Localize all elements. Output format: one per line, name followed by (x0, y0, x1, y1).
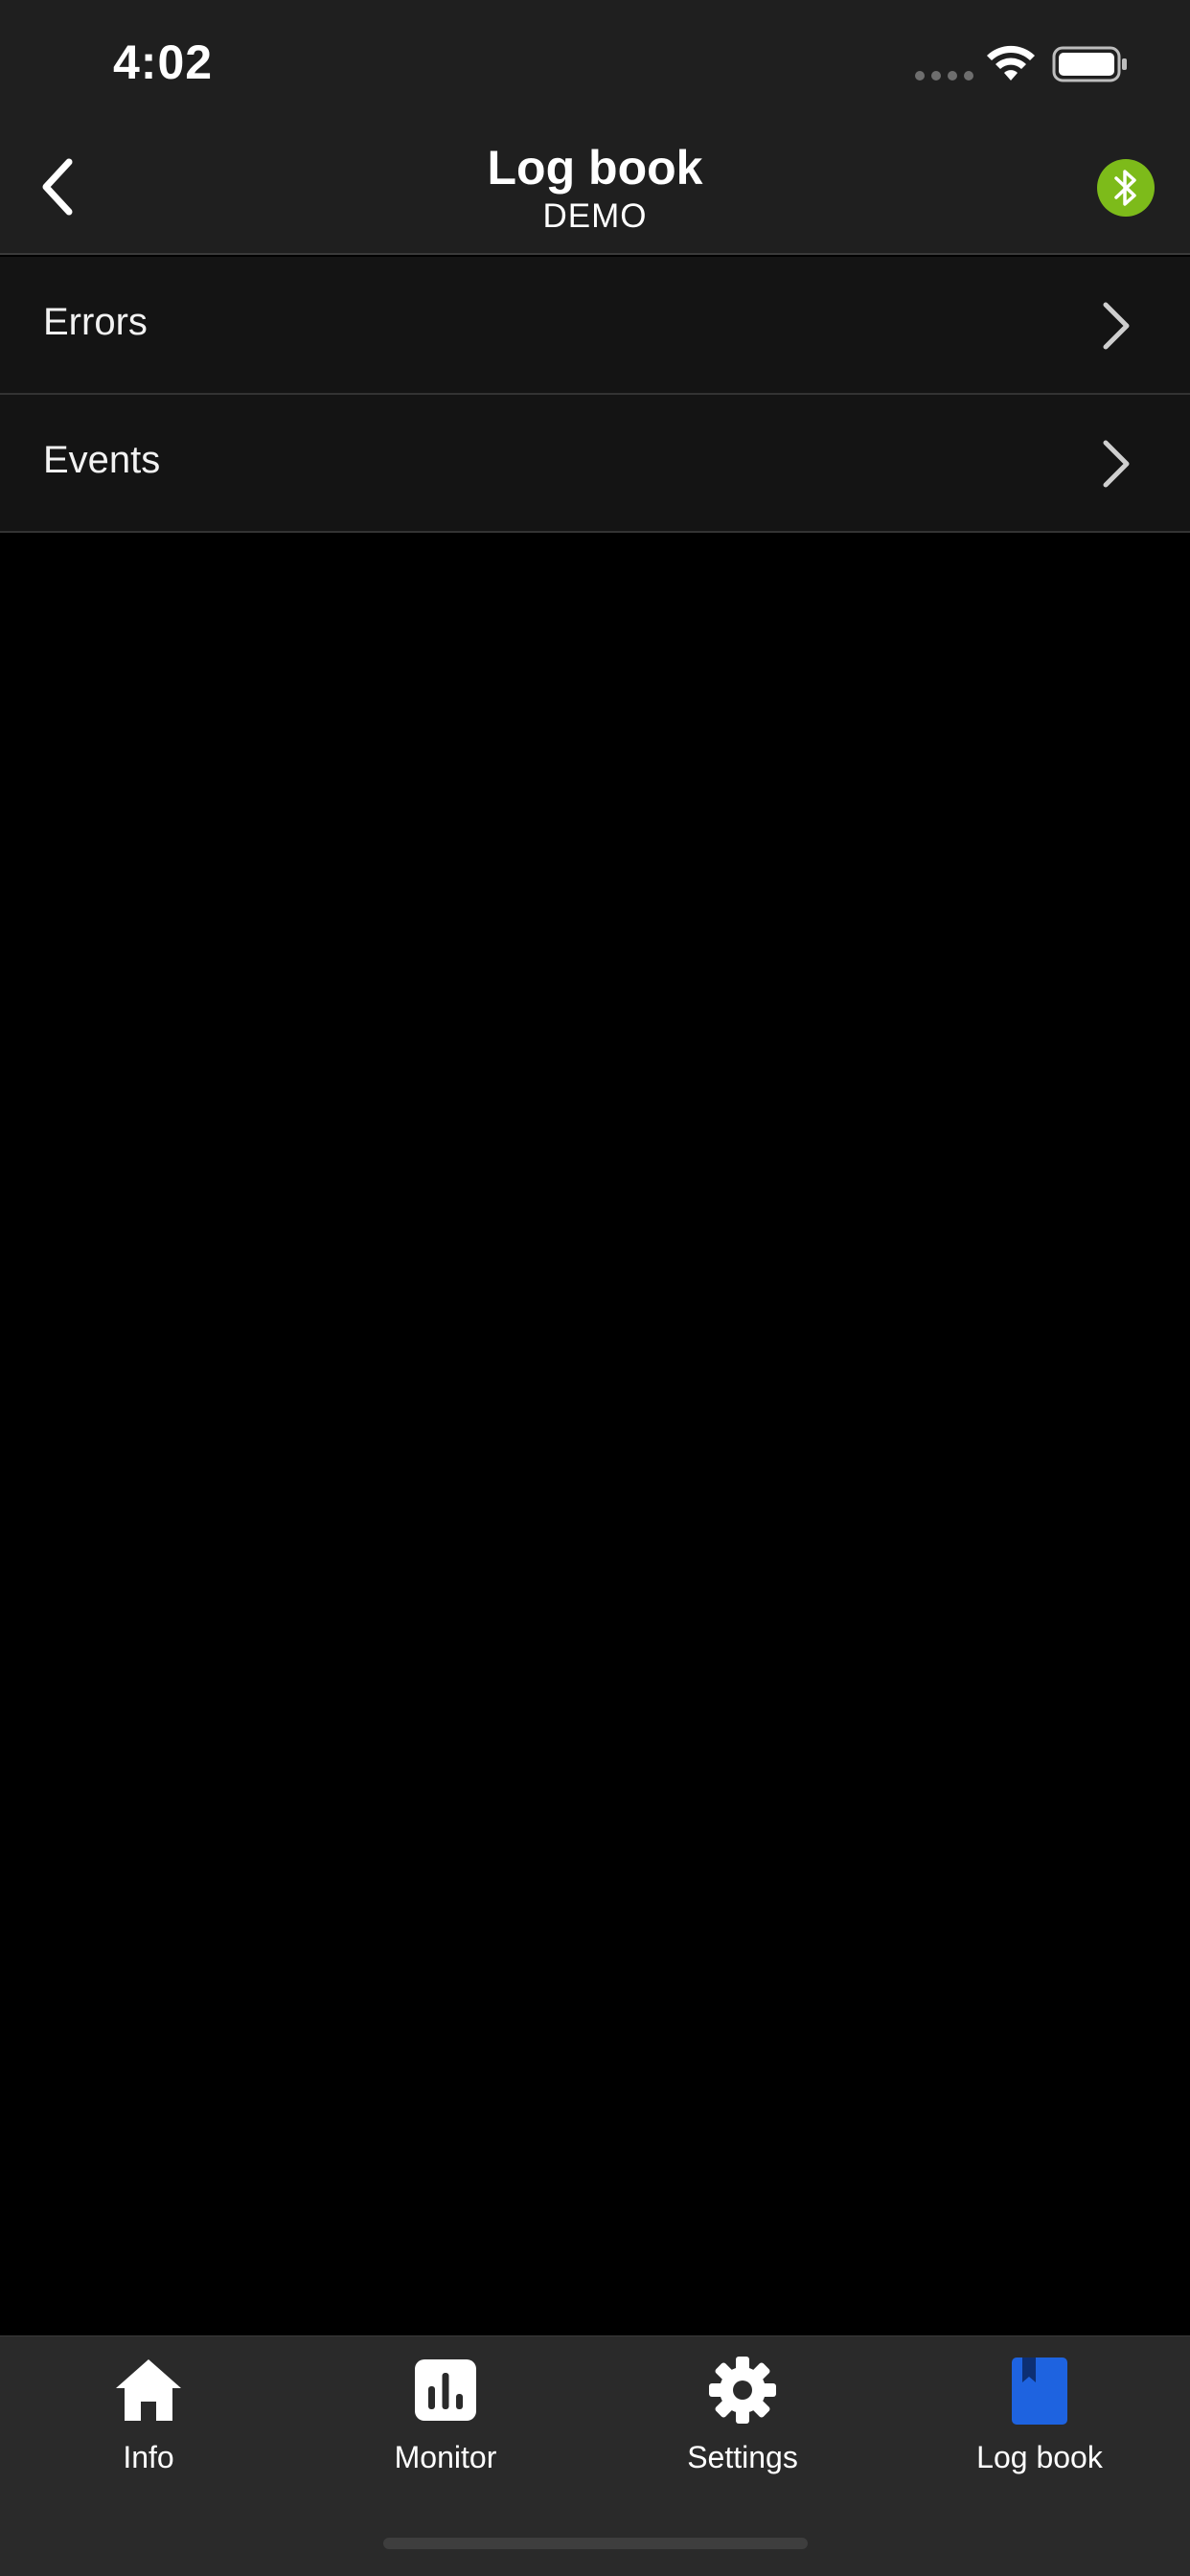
navigation-bar: Log book DEMO (0, 126, 1190, 255)
home-icon (116, 2359, 181, 2421)
screen: 4:02 Log book DEMO Errors Events Info Mo… (0, 0, 1190, 2576)
tab-label: Info (123, 2440, 174, 2474)
tab-label: Monitor (394, 2440, 497, 2474)
list-item-label: Events (43, 439, 161, 481)
tab-label: Settings (687, 2440, 798, 2474)
list-item-label: Errors (43, 301, 148, 343)
battery-icon (1052, 46, 1127, 82)
page-title: Log book (487, 141, 703, 195)
list-item-errors[interactable]: Errors (0, 257, 1190, 395)
tab-info[interactable]: Info (0, 2336, 297, 2490)
gear-icon (709, 2357, 776, 2424)
chevron-right-icon (1103, 302, 1130, 350)
bluetooth-status-button[interactable] (1097, 159, 1155, 217)
tab-label: Log book (976, 2440, 1103, 2474)
status-bar: 4:02 (0, 0, 1190, 126)
chevron-right-icon (1103, 440, 1130, 488)
status-time: 4:02 (113, 35, 214, 89)
bluetooth-icon (1114, 170, 1136, 206)
bookmark-book-icon (1012, 2358, 1067, 2425)
tab-logbook[interactable]: Log book (891, 2336, 1188, 2490)
page-subtitle: DEMO (542, 197, 648, 235)
tab-settings[interactable]: Settings (594, 2336, 891, 2490)
logbook-list: Errors Events (0, 257, 1190, 533)
home-indicator (383, 2538, 808, 2549)
bar-chart-icon (415, 2359, 476, 2421)
cellular-signal-icon (915, 71, 973, 80)
tab-monitor[interactable]: Monitor (297, 2336, 594, 2490)
wifi-icon (987, 45, 1035, 80)
list-item-events[interactable]: Events (0, 395, 1190, 533)
